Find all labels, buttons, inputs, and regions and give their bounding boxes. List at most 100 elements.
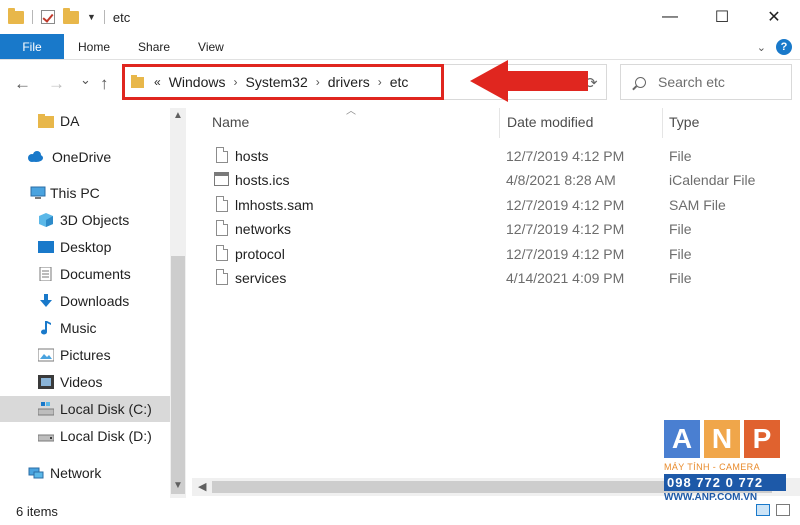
sidebar-item-da[interactable]: DA: [0, 108, 170, 134]
file-type: File: [669, 221, 692, 237]
file-row[interactable]: lmhosts.sam 12/7/2019 4:12 PM SAM File: [192, 193, 800, 217]
breadcrumb-system32[interactable]: System32: [245, 74, 307, 90]
chevron-down-icon[interactable]: ▼: [87, 12, 96, 22]
documents-icon: [39, 267, 52, 281]
cloud-icon: [28, 151, 43, 162]
help-icon[interactable]: ?: [776, 39, 792, 55]
sidebar-item-local-disk-c[interactable]: Local Disk (C:): [0, 396, 170, 422]
sidebar-item-pictures[interactable]: Pictures: [0, 342, 170, 368]
file-name: protocol: [235, 246, 285, 262]
file-icon: [216, 196, 228, 212]
tab-home[interactable]: Home: [64, 34, 124, 59]
file-icon: [216, 220, 228, 236]
tab-share[interactable]: Share: [124, 34, 184, 59]
sidebar-item-desktop[interactable]: Desktop: [0, 234, 170, 260]
expand-ribbon-icon[interactable]: ⌄: [757, 41, 766, 54]
file-row[interactable]: hosts 12/7/2019 4:12 PM File: [192, 144, 800, 168]
file-date-modified: 4/8/2021 8:28 AM: [506, 172, 616, 188]
back-button[interactable]: ←: [14, 74, 31, 94]
column-divider[interactable]: [499, 108, 500, 138]
file-date-modified: 12/7/2019 4:12 PM: [506, 197, 625, 213]
file-type: File: [669, 246, 692, 262]
chevron-left-icon[interactable]: ◀: [198, 480, 206, 493]
sidebar-scrollbar-thumb[interactable]: [171, 256, 185, 494]
anp-watermark: A N P MÁY TÍNH - CAMERA 098 772 0 772 WW…: [664, 420, 786, 520]
sidebar-item-label: Videos: [60, 374, 103, 390]
music-icon: [41, 321, 51, 335]
forward-button[interactable]: →: [48, 74, 65, 94]
ribbon-controls: ⌄ ?: [757, 39, 792, 55]
file-row[interactable]: hosts.ics 4/8/2021 8:28 AM iCalendar Fil…: [192, 168, 800, 192]
breadcrumb-windows[interactable]: Windows: [169, 74, 226, 90]
tab-file[interactable]: File: [0, 34, 64, 59]
chevron-right-icon[interactable]: ›: [233, 75, 237, 89]
sidebar-item-network[interactable]: Network: [0, 460, 170, 486]
sidebar-item-label: Local Disk (C:): [60, 401, 152, 417]
column-header-type[interactable]: Type: [669, 114, 699, 130]
search-input[interactable]: Search etc: [620, 64, 792, 100]
search-icon: [635, 76, 646, 88]
chevron-up-icon[interactable]: ▲: [173, 110, 183, 121]
quick-access-toolbar: ▼: [0, 7, 105, 24]
file-type: File: [669, 270, 692, 286]
file-row[interactable]: services 4/14/2021 4:09 PM File: [192, 266, 800, 290]
column-divider[interactable]: [662, 108, 663, 138]
sidebar-item-this-pc[interactable]: This PC: [0, 180, 170, 206]
breadcrumb-drivers[interactable]: drivers: [328, 74, 370, 90]
sidebar-item-label: Network: [50, 465, 102, 481]
chevron-right-icon[interactable]: ›: [316, 75, 320, 89]
window-controls: — ☐ ✕: [644, 0, 800, 34]
sidebar-item-label: Pictures: [60, 347, 111, 363]
divider: [32, 10, 33, 24]
title-bar: ▼ etc — ☐ ✕: [0, 0, 800, 34]
cube-icon: [39, 213, 53, 227]
recent-locations-button[interactable]: ⌄: [80, 72, 91, 88]
sidebar-item-label: OneDrive: [52, 149, 112, 165]
file-type: File: [669, 148, 692, 164]
sidebar-item-music[interactable]: Music: [0, 315, 170, 341]
column-header-name[interactable]: Name: [212, 114, 249, 130]
sidebar-item-label: 3D Objects: [60, 212, 130, 228]
search-placeholder: Search etc: [658, 74, 725, 90]
up-button[interactable]: ↑: [100, 74, 109, 94]
calendar-file-icon: [214, 172, 229, 186]
folder-icon: [38, 114, 54, 128]
file-row[interactable]: protocol 12/7/2019 4:12 PM File: [192, 242, 800, 266]
new-folder-icon[interactable]: [63, 7, 79, 24]
folder-icon: [8, 7, 24, 24]
file-type: SAM File: [669, 197, 726, 213]
breadcrumb-etc[interactable]: etc: [390, 74, 409, 90]
file-name: lmhosts.sam: [235, 197, 314, 213]
watermark-site: WWW.ANP.COM.VN: [664, 492, 758, 503]
file-icon: [216, 245, 228, 261]
sidebar-item-label: Music: [60, 320, 97, 336]
sidebar-item-videos[interactable]: Videos: [0, 369, 170, 395]
pictures-icon: [38, 348, 54, 362]
annotation-arrow-icon: [470, 60, 588, 102]
file-row[interactable]: networks 12/7/2019 4:12 PM File: [192, 217, 800, 241]
chevron-right-icon[interactable]: ›: [378, 75, 382, 89]
desktop-icon: [38, 241, 54, 253]
ribbon-tabs: File Home Share View ⌄ ?: [0, 34, 800, 60]
maximize-button[interactable]: ☐: [696, 0, 748, 34]
drive-d-icon: [38, 434, 54, 442]
sort-ascending-icon: ︿: [346, 106, 356, 117]
sidebar-item-documents[interactable]: Documents: [0, 261, 170, 287]
column-header-date-modified[interactable]: Date modified: [507, 114, 593, 130]
watermark-letter: A: [664, 420, 700, 458]
watermark-letter: P: [744, 420, 780, 458]
sidebar-item-downloads[interactable]: Downloads: [0, 288, 170, 314]
properties-icon[interactable]: [41, 10, 55, 24]
minimize-button[interactable]: —: [644, 0, 696, 34]
sidebar-item-local-disk-d[interactable]: Local Disk (D:): [0, 423, 170, 449]
file-name: hosts.ics: [235, 172, 290, 188]
sidebar-item-3d-objects[interactable]: 3D Objects: [0, 207, 170, 233]
videos-icon: [38, 375, 54, 389]
chevron-down-icon[interactable]: ▼: [173, 480, 183, 491]
computer-icon: [30, 186, 46, 199]
file-name: hosts: [235, 148, 269, 164]
breadcrumb-overflow[interactable]: «: [154, 75, 161, 89]
tab-view[interactable]: View: [184, 34, 238, 59]
close-button[interactable]: ✕: [748, 0, 800, 34]
sidebar-item-onedrive[interactable]: OneDrive: [0, 144, 170, 170]
